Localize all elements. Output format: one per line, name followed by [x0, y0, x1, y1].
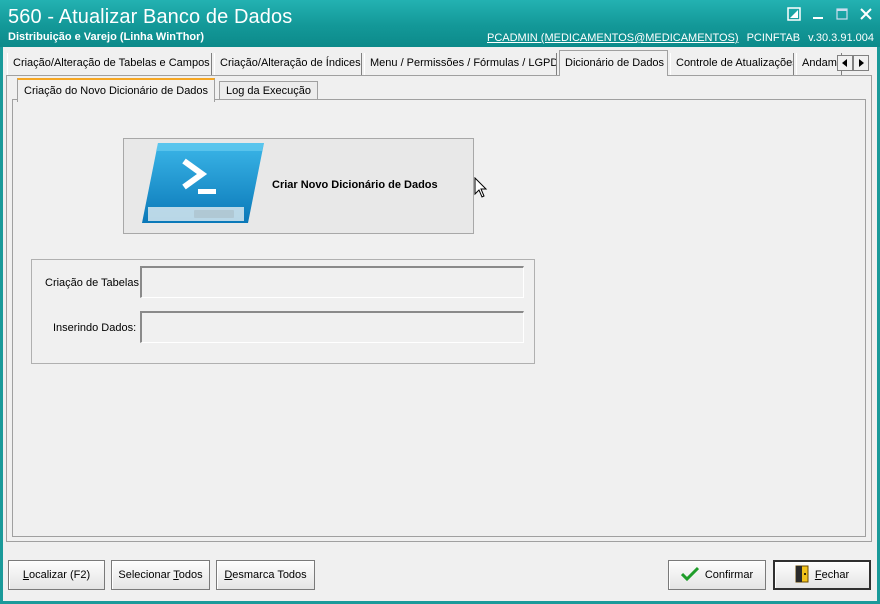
tab-menu-permissoes[interactable]: Menu / Permissões / Fórmulas / LGPD	[364, 53, 557, 75]
tab-controle-atualizacoes[interactable]: Controle de Atualizações	[670, 53, 794, 75]
tab-dicionario-dados[interactable]: Dicionário de Dados	[559, 50, 668, 76]
tab-scroll-left-icon[interactable]	[837, 55, 853, 71]
confirmar-button[interactable]: Confirmar	[668, 560, 766, 590]
session-info: PCADMIN (MEDICAMENTOS@MEDICAMENTOS) PCINF…	[487, 32, 874, 44]
insert-progress-label: Inserindo Dados:	[53, 322, 137, 334]
check-icon	[680, 566, 699, 585]
fechar-button[interactable]: Fechar	[773, 560, 871, 590]
subtab-log-execucao[interactable]: Log da Execução	[219, 81, 319, 101]
subtab-page-novo-dicionario: Criar Novo Dicionário de Dados Criação d…	[12, 99, 866, 537]
powershell-icon	[140, 141, 264, 234]
tab-scroll	[837, 55, 869, 71]
edit-window-icon[interactable]	[786, 6, 802, 22]
desmarca-todos-label: Desmarca Todos	[224, 569, 307, 581]
maximize-icon[interactable]	[834, 6, 850, 22]
window-controls	[786, 6, 874, 22]
selecionar-todos-button[interactable]: Selecionar Todos	[111, 560, 210, 590]
create-dictionary-label: Criar Novo Dicionário de Dados	[272, 179, 438, 191]
title-bar[interactable]: 560 - Atualizar Banco de Dados Distribui…	[0, 0, 880, 47]
localizar-label: Localizar (F2)	[22, 569, 91, 581]
tables-progress-label: Criação de Tabelas	[45, 277, 139, 289]
main-tab-strip: Criação/Alteração de Tabelas e Campos Cr…	[3, 47, 877, 76]
fechar-label: Fechar	[814, 569, 850, 581]
session-table: PCINFTAB	[746, 32, 801, 44]
window-title: 560 - Atualizar Banco de Dados	[8, 6, 293, 28]
insert-progress-field	[140, 311, 524, 343]
desmarca-todos-button[interactable]: Desmarca Todos	[216, 560, 315, 590]
tables-progress-field	[140, 266, 524, 298]
bottom-toolbar: Localizar (F2) Selecionar Todos Desmarca…	[3, 547, 877, 601]
app-version: v.30.3.91.004	[808, 32, 874, 44]
tab-andamento[interactable]: Andame	[796, 53, 842, 75]
tab-page-dicionario: Criação do Novo Dicionário de Dados Log …	[6, 75, 872, 542]
progress-group: Criação de Tabelas Inserindo Dados:	[31, 259, 535, 364]
app-window: 560 - Atualizar Banco de Dados Distribui…	[0, 0, 880, 604]
tab-criacao-indices[interactable]: Criação/Alteração de Índices	[214, 53, 362, 75]
localizar-button[interactable]: Localizar (F2)	[8, 560, 105, 590]
confirmar-label: Confirmar	[704, 569, 754, 581]
tab-criacao-tabelas[interactable]: Criação/Alteração de Tabelas e Campos	[7, 53, 212, 75]
client-area: Criação/Alteração de Tabelas e Campos Cr…	[3, 47, 877, 601]
create-dictionary-button[interactable]: Criar Novo Dicionário de Dados	[123, 138, 474, 234]
door-exit-icon	[795, 565, 809, 586]
minimize-icon[interactable]	[810, 6, 826, 22]
tab-scroll-right-icon[interactable]	[853, 55, 869, 71]
close-icon[interactable]	[858, 6, 874, 22]
window-subtitle: Distribuição e Varejo (Linha WinThor)	[8, 31, 205, 43]
selecionar-todos-label: Selecionar Todos	[118, 569, 203, 581]
mouse-cursor-icon	[474, 176, 488, 202]
session-user: PCADMIN (MEDICAMENTOS@MEDICAMENTOS)	[487, 32, 739, 44]
subtab-novo-dicionario[interactable]: Criação do Novo Dicionário de Dados	[17, 78, 216, 102]
